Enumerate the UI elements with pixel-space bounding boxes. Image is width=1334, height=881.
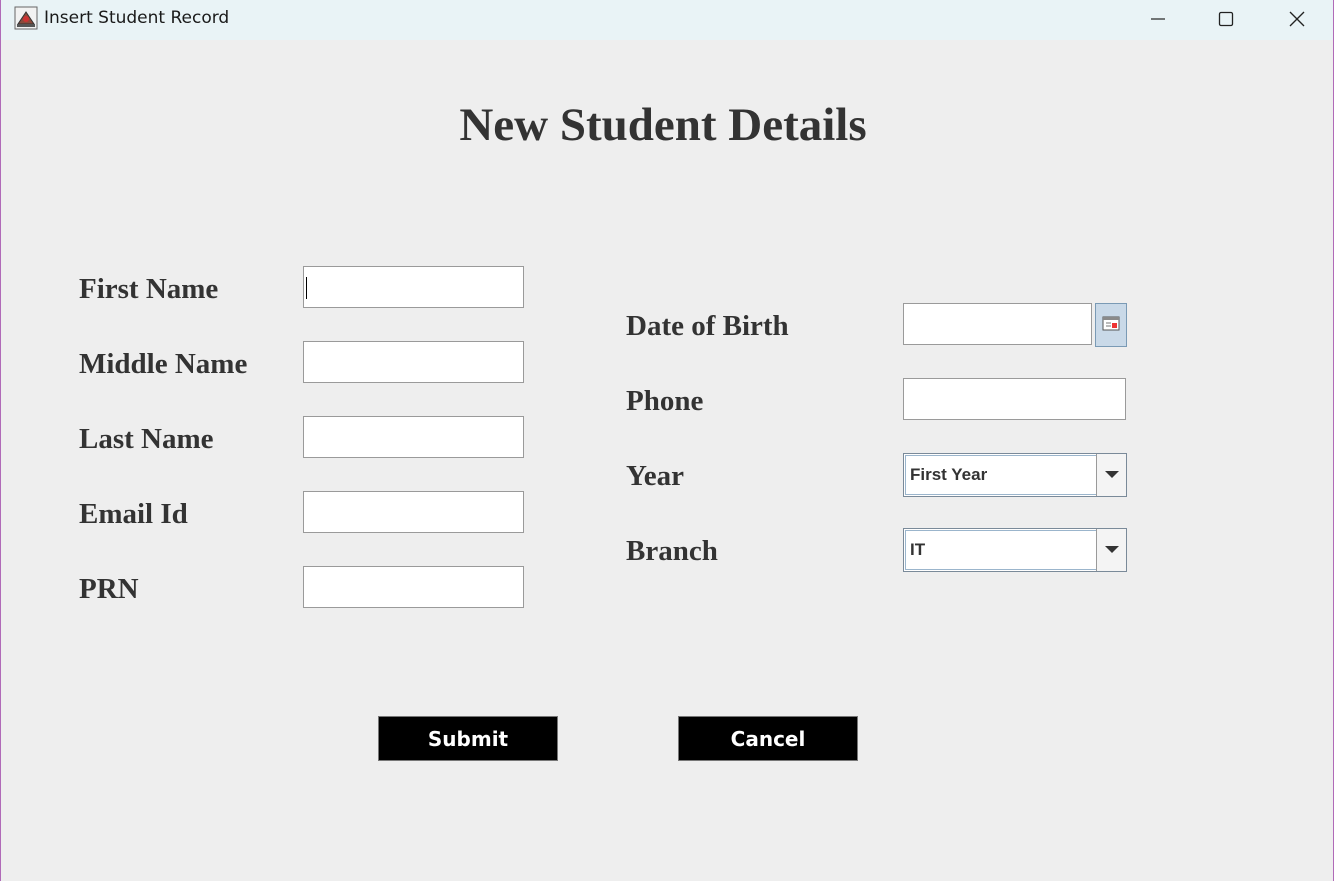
maximize-icon <box>1218 11 1234 27</box>
java-app-icon <box>14 6 38 30</box>
cancel-button[interactable]: Cancel <box>678 716 858 761</box>
chevron-down-icon <box>1104 541 1119 559</box>
form-heading: New Student Details <box>459 99 867 151</box>
date-picker-button[interactable] <box>1095 303 1127 347</box>
prn-field[interactable] <box>303 566 524 608</box>
maximize-button[interactable] <box>1191 0 1261 38</box>
submit-button[interactable]: Submit <box>378 716 558 761</box>
branch-dropdown-button[interactable] <box>1096 529 1126 571</box>
dob-field[interactable] <box>903 303 1092 345</box>
year-select[interactable]: First Year <box>903 453 1127 497</box>
last-name-label: Last Name <box>79 423 214 455</box>
branch-select[interactable]: IT <box>903 528 1127 572</box>
prn-label: PRN <box>79 573 139 605</box>
phone-field[interactable] <box>903 378 1126 420</box>
chevron-down-icon <box>1104 466 1119 484</box>
text-caret <box>306 277 307 299</box>
first-name-field[interactable] <box>303 266 524 308</box>
phone-label: Phone <box>626 385 704 417</box>
minimize-button[interactable] <box>1123 0 1193 38</box>
close-button[interactable] <box>1262 0 1332 38</box>
last-name-field[interactable] <box>303 416 524 458</box>
year-selected-value: First Year <box>905 455 1098 495</box>
title-bar[interactable]: Insert Student Record <box>1 0 1333 40</box>
calendar-icon <box>1102 315 1120 336</box>
dob-label: Date of Birth <box>626 310 789 342</box>
year-dropdown-button[interactable] <box>1096 454 1126 496</box>
branch-selected-value: IT <box>905 530 1098 570</box>
email-field[interactable] <box>303 491 524 533</box>
first-name-label: First Name <box>79 273 219 305</box>
insert-student-window: Insert Student Record New Student Detail… <box>0 0 1334 881</box>
year-label: Year <box>626 460 684 492</box>
window-title: Insert Student Record <box>44 8 230 28</box>
close-icon <box>1288 10 1306 28</box>
minimize-icon <box>1150 11 1166 27</box>
middle-name-label: Middle Name <box>79 348 248 380</box>
email-label: Email Id <box>79 498 188 530</box>
middle-name-field[interactable] <box>303 341 524 383</box>
branch-label: Branch <box>626 535 718 567</box>
